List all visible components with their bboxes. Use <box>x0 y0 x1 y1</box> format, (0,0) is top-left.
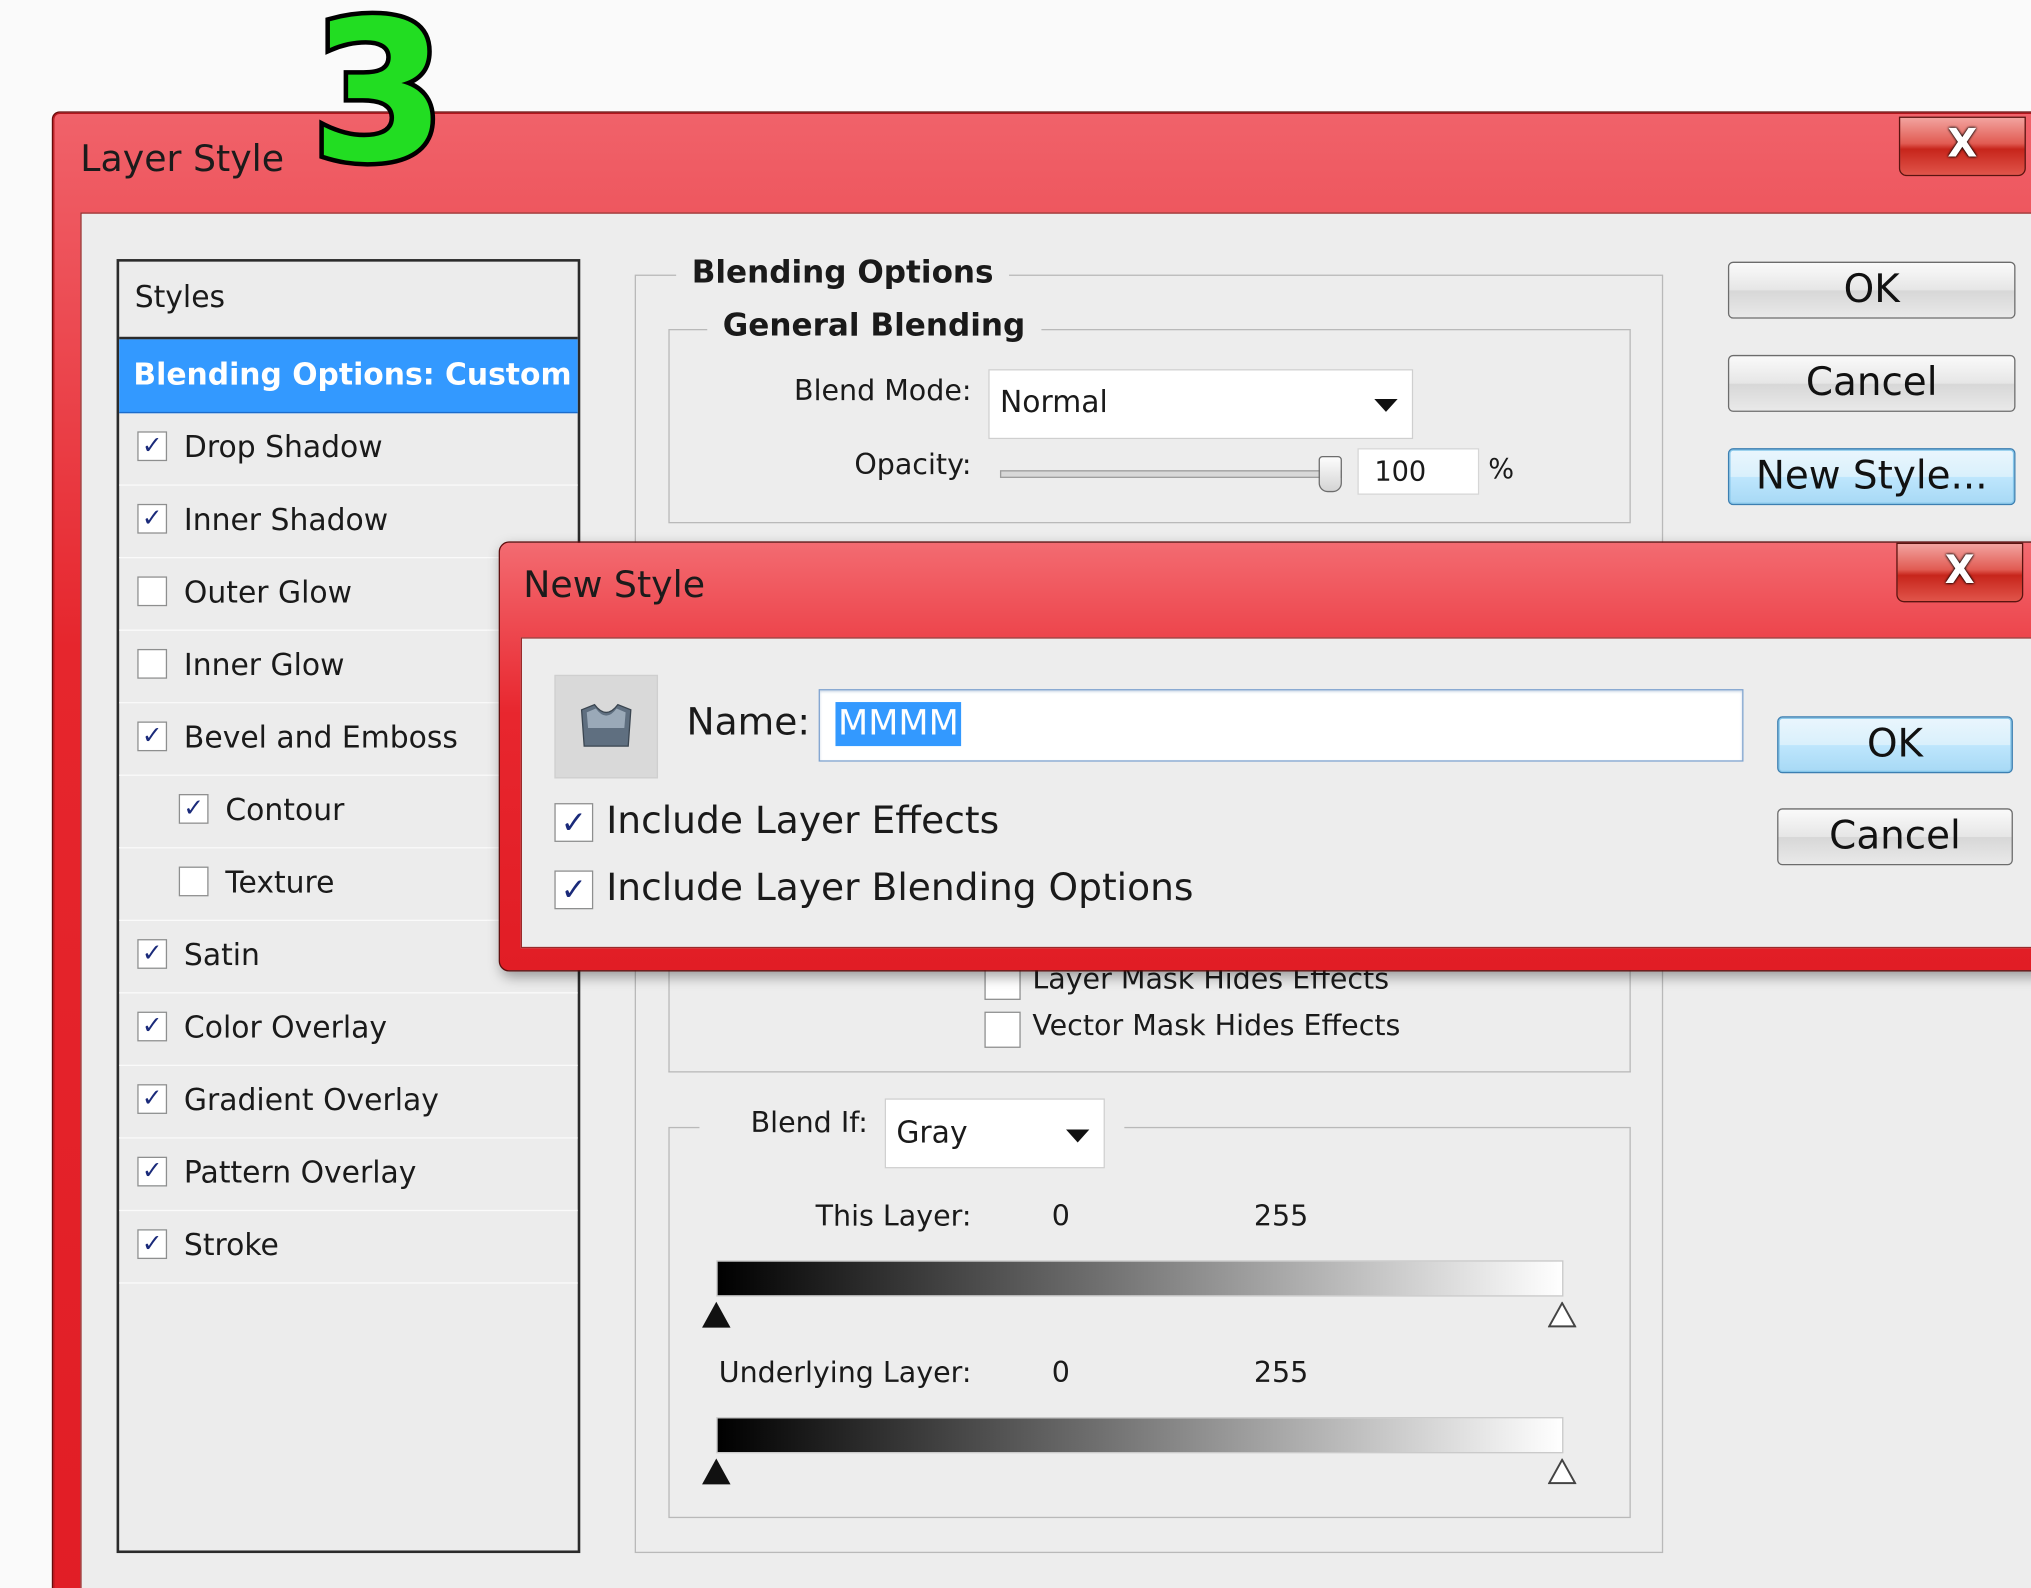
style-checkbox[interactable]: ✓ <box>137 431 168 462</box>
vector-mask-hides-effects-checkbox[interactable] <box>984 1011 1021 1048</box>
underlying-layer-min: 0 <box>1051 1357 1070 1390</box>
new-style-close-button[interactable]: X <box>1896 542 2024 603</box>
style-item-label: Inner Glow <box>183 648 345 683</box>
blend-if-value: Gray <box>896 1116 968 1151</box>
opacity-slider-track[interactable] <box>999 470 1342 478</box>
opacity-input[interactable]: 100 <box>1357 448 1480 495</box>
underlying-layer-white-slider[interactable] <box>1547 1458 1577 1485</box>
blend-if-select[interactable]: Gray <box>884 1098 1105 1169</box>
style-item-label: Inner Shadow <box>183 503 389 538</box>
general-blending-title: General Blending <box>707 306 1041 344</box>
style-item-label: Color Overlay <box>183 1011 388 1046</box>
style-item-label: Bevel and Emboss <box>183 721 458 756</box>
screenshot-stage: Layer Style X Styles Blending Options: C… <box>0 0 2031 1588</box>
style-checkbox[interactable]: ✓ <box>137 939 168 969</box>
this-layer-gradient <box>716 1260 1564 1297</box>
layer-style-close-button[interactable]: X <box>1898 116 2026 177</box>
style-item-label: Texture <box>225 866 335 901</box>
this-layer-white-slider[interactable] <box>1547 1301 1577 1328</box>
chevron-down-icon <box>1066 1129 1090 1143</box>
style-preview-icon <box>580 703 632 747</box>
this-layer-black-slider[interactable] <box>702 1301 731 1328</box>
new-style-dialog-title: New Style <box>523 563 706 607</box>
style-checkbox[interactable] <box>178 866 209 897</box>
styles-item-blending-options[interactable]: Blending Options: Custom <box>119 339 578 414</box>
white-triangle-icon <box>1547 1301 1577 1328</box>
vector-mask-hides-effects-label: Vector Mask Hides Effects <box>1032 1010 1401 1043</box>
styles-list-item[interactable]: ✓ Pattern Overlay <box>119 1139 578 1212</box>
style-checkbox[interactable] <box>137 648 168 679</box>
name-label: Name: <box>686 699 810 744</box>
white-triangle-icon <box>1547 1458 1577 1485</box>
style-checkbox[interactable] <box>137 576 168 607</box>
blend-mode-select[interactable]: Normal <box>988 369 1414 440</box>
style-preview-thumbnail <box>554 674 659 779</box>
layer-style-window-title: Layer Style <box>80 137 285 181</box>
dialog-cancel-button[interactable]: Cancel <box>1777 808 2013 866</box>
cancel-button[interactable]: Cancel <box>1727 354 2016 412</box>
ok-button[interactable]: OK <box>1727 261 2016 319</box>
include-layer-effects-checkbox[interactable]: ✓ <box>554 803 594 842</box>
style-checkbox[interactable]: ✓ <box>178 794 209 824</box>
styles-list-item[interactable]: ✓ Drop Shadow <box>119 413 578 486</box>
style-item-label: Drop Shadow <box>183 431 383 466</box>
underlying-layer-label: Underlying Layer: <box>718 1357 972 1390</box>
styles-list-header[interactable]: Styles <box>119 262 578 340</box>
blending-options-title: Blending Options <box>676 253 1010 291</box>
styles-list-item[interactable]: ✓ Color Overlay <box>119 993 578 1067</box>
style-item-label: Outer Glow <box>183 576 352 611</box>
blend-if-group <box>668 1126 1631 1519</box>
opacity-slider-thumb[interactable] <box>1318 455 1342 493</box>
dialog-ok-button[interactable]: OK <box>1777 716 2013 774</box>
this-layer-label: This Layer: <box>815 1200 972 1234</box>
style-checkbox[interactable]: ✓ <box>137 721 168 752</box>
style-checkbox[interactable]: ✓ <box>137 1156 168 1187</box>
include-blending-options-label: Include Layer Blending Options <box>606 865 1194 910</box>
blend-if-label: Blend If: <box>750 1107 868 1140</box>
chevron-down-icon <box>1374 398 1398 412</box>
styles-list-item[interactable]: ✓ Gradient Overlay <box>119 1066 578 1139</box>
underlying-layer-gradient <box>716 1417 1564 1454</box>
style-checkbox[interactable]: ✓ <box>137 1084 168 1114</box>
underlying-layer-max: 255 <box>1253 1357 1309 1390</box>
style-item-label: Stroke <box>183 1229 279 1263</box>
style-checkbox[interactable]: ✓ <box>137 1229 168 1260</box>
include-layer-effects-label: Include Layer Effects <box>606 797 1000 842</box>
new-style-button[interactable]: New Style... <box>1727 448 2016 506</box>
include-blending-options-checkbox[interactable]: ✓ <box>554 870 594 910</box>
underlying-layer-black-slider[interactable] <box>702 1458 731 1485</box>
opacity-unit: % <box>1488 453 1515 485</box>
this-layer-min: 0 <box>1051 1200 1070 1234</box>
style-item-label: Contour <box>225 794 345 828</box>
style-checkbox[interactable]: ✓ <box>137 503 168 534</box>
style-name-value: MMMM <box>835 702 962 747</box>
blend-mode-value: Normal <box>999 385 1108 420</box>
style-name-input[interactable]: MMMM <box>818 689 1744 762</box>
this-layer-max: 255 <box>1253 1200 1309 1234</box>
blend-mode-label: Blend Mode: <box>794 375 972 409</box>
style-item-label: Pattern Overlay <box>183 1156 417 1191</box>
opacity-label: Opacity: <box>854 449 972 482</box>
style-item-label: Gradient Overlay <box>183 1084 439 1118</box>
step-number-badge: 3 <box>306 0 450 206</box>
styles-list-item[interactable]: ✓ Stroke <box>119 1211 578 1284</box>
style-checkbox[interactable]: ✓ <box>137 1011 168 1042</box>
style-item-label: Satin <box>183 939 260 973</box>
